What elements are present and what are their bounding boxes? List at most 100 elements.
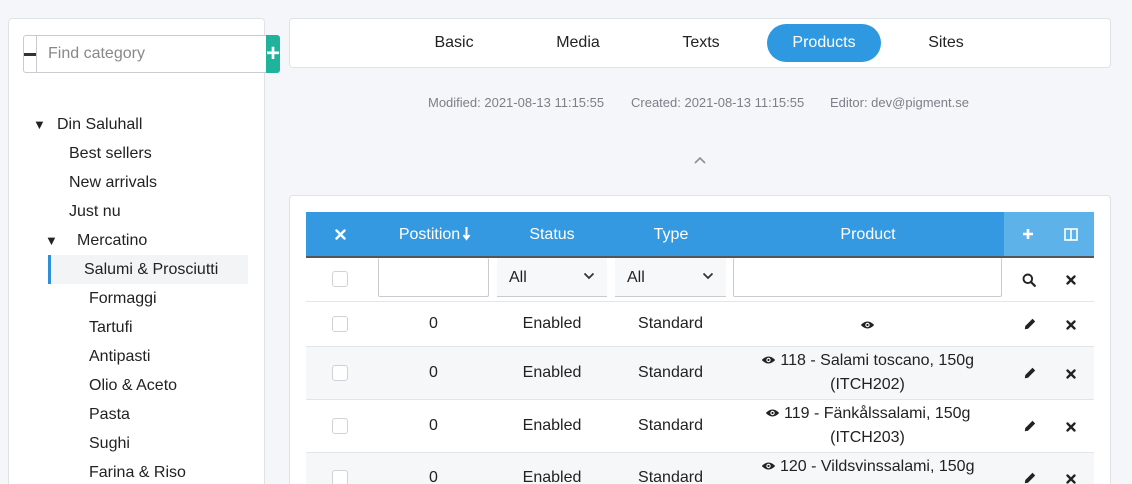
table-header: Postition Status Type Product xyxy=(306,212,1094,257)
row-checkbox[interactable] xyxy=(332,418,348,434)
row-status: Enabled xyxy=(522,364,582,381)
tree-item-label: Olio & Aceto xyxy=(89,377,178,394)
tree-item-farina-riso[interactable]: Farina & Riso xyxy=(9,458,264,484)
times-icon[interactable] xyxy=(335,229,346,240)
chevron-down-icon xyxy=(702,272,714,280)
eye-icon[interactable] xyxy=(761,461,776,471)
tree-item-just-nu[interactable]: Just nu xyxy=(9,197,264,226)
search-icon[interactable] xyxy=(1022,273,1036,287)
position-filter-input[interactable] xyxy=(378,258,489,297)
tree-item-label: Mercatino xyxy=(77,232,148,249)
tree-item-antipasti[interactable]: Antipasti xyxy=(9,342,264,371)
column-header-label: Postition xyxy=(398,226,461,243)
row-status: Enabled xyxy=(522,315,582,332)
product-sku: (ITCH202) xyxy=(830,376,905,393)
tree-item-olio-aceto[interactable]: Olio & Aceto xyxy=(9,371,264,400)
tab-sites[interactable]: Sites xyxy=(906,24,986,62)
pencil-icon[interactable] xyxy=(1024,367,1036,379)
column-header-position[interactable]: Postition xyxy=(390,212,480,257)
tree-item-label: Best sellers xyxy=(69,145,152,162)
row-type: Standard xyxy=(638,417,703,434)
row-divider xyxy=(306,399,1094,400)
eye-icon[interactable] xyxy=(761,355,776,365)
table-header-tools xyxy=(1004,212,1094,257)
columns-icon[interactable] xyxy=(1064,228,1078,241)
tree-item-din-saluhall[interactable]: ▼ Din Saluhall xyxy=(9,110,264,139)
row-status: Enabled xyxy=(522,417,582,434)
tree-item-label: New arrivals xyxy=(69,174,158,191)
select-all-checkbox[interactable] xyxy=(332,271,348,287)
pencil-icon[interactable] xyxy=(1024,318,1036,330)
row-status: Enabled xyxy=(522,469,582,484)
type-filter-select[interactable]: All xyxy=(615,258,726,297)
tree-item-best-sellers[interactable]: Best sellers xyxy=(9,139,264,168)
row-position: 0 xyxy=(429,469,438,484)
category-tree: ▼ Din Saluhall Best sellers New arrivals… xyxy=(9,110,264,484)
tree-item-label: Din Saluhall xyxy=(57,116,143,133)
category-search-row: + xyxy=(23,35,281,73)
pencil-icon[interactable] xyxy=(1024,472,1036,484)
pencil-icon[interactable] xyxy=(1024,420,1036,432)
row-checkbox[interactable] xyxy=(332,365,348,381)
tree-item-new-arrivals[interactable]: New arrivals xyxy=(9,168,264,197)
tab-texts[interactable]: Texts xyxy=(661,24,741,62)
row-checkbox[interactable] xyxy=(332,470,348,484)
column-header-product[interactable]: Product xyxy=(734,212,1002,257)
tree-item-label: Farina & Riso xyxy=(89,464,186,481)
tab-products[interactable]: Products xyxy=(767,24,881,62)
add-category-button[interactable]: + xyxy=(266,35,281,73)
tree-item-label: Tartufi xyxy=(89,319,133,336)
tree-item-formaggi[interactable]: Formaggi xyxy=(9,284,264,313)
eye-icon[interactable] xyxy=(765,408,780,418)
status-filter-value: All xyxy=(509,269,527,286)
type-filter-value: All xyxy=(627,269,645,286)
chevron-down-icon xyxy=(583,272,595,280)
minus-icon xyxy=(24,52,36,56)
collapse-all-button[interactable] xyxy=(23,35,37,73)
times-icon[interactable] xyxy=(1066,275,1076,285)
times-icon[interactable] xyxy=(1066,474,1076,484)
tab-media[interactable]: Media xyxy=(538,24,618,62)
tree-item-tartufi[interactable]: Tartufi xyxy=(9,313,264,342)
times-icon[interactable] xyxy=(1066,422,1076,432)
chevron-up-icon[interactable] xyxy=(693,155,707,165)
eye-icon[interactable] xyxy=(860,320,875,330)
row-type: Standard xyxy=(638,364,703,381)
editor-label: Editor: dev@pigment.se xyxy=(830,95,969,110)
product-sku: (ITCH203) xyxy=(830,429,905,446)
product-name: 118 - Salami toscano, 150g xyxy=(780,352,975,369)
times-icon[interactable] xyxy=(1066,369,1076,379)
section-tabs: Basic Media Texts Products Sites xyxy=(289,18,1111,68)
tree-item-label: Sughi xyxy=(89,435,130,452)
caret-down-icon[interactable]: ▼ xyxy=(33,110,46,139)
row-position: 0 xyxy=(429,315,438,332)
tree-item-label: Just nu xyxy=(69,203,121,220)
row-type: Standard xyxy=(638,315,703,332)
tab-basic[interactable]: Basic xyxy=(414,24,494,62)
status-filter-select[interactable]: All xyxy=(497,258,607,297)
tree-item-label: Pasta xyxy=(89,406,130,423)
row-product: 119 - Fänkålssalami, 150g (ITCH203) xyxy=(733,402,1002,450)
row-divider xyxy=(306,301,1094,302)
tree-item-salumi-prosciutti[interactable]: Salumi & Prosciutti xyxy=(48,255,248,284)
tree-item-label: Salumi & Prosciutti xyxy=(84,261,219,278)
tree-item-label: Antipasti xyxy=(89,348,151,365)
tree-item-label: Formaggi xyxy=(89,290,157,307)
tree-item-sughi[interactable]: Sughi xyxy=(9,429,264,458)
column-header-status[interactable]: Status xyxy=(496,212,608,257)
plus-icon[interactable] xyxy=(1022,228,1034,240)
tree-item-mercatino[interactable]: ▼ Mercatino xyxy=(9,226,264,255)
caret-down-icon[interactable]: ▼ xyxy=(45,226,58,255)
sort-down-icon[interactable] xyxy=(462,226,471,241)
product-filter-input[interactable] xyxy=(733,258,1002,297)
tree-item-pasta[interactable]: Pasta xyxy=(9,400,264,429)
created-timestamp: Created: 2021-08-13 11:15:55 xyxy=(631,95,805,110)
times-icon[interactable] xyxy=(1066,320,1076,330)
row-checkbox[interactable] xyxy=(332,316,348,332)
product-name: 119 - Fänkålssalami, 150g xyxy=(783,405,971,422)
row-type: Standard xyxy=(638,469,703,484)
modified-timestamp: Modified: 2021-08-13 11:15:55 xyxy=(428,95,605,110)
category-sidebar: + ▼ Din Saluhall Best sellers New arriva… xyxy=(8,18,281,484)
find-category-input[interactable] xyxy=(37,35,266,73)
column-header-type[interactable]: Type xyxy=(615,212,727,257)
